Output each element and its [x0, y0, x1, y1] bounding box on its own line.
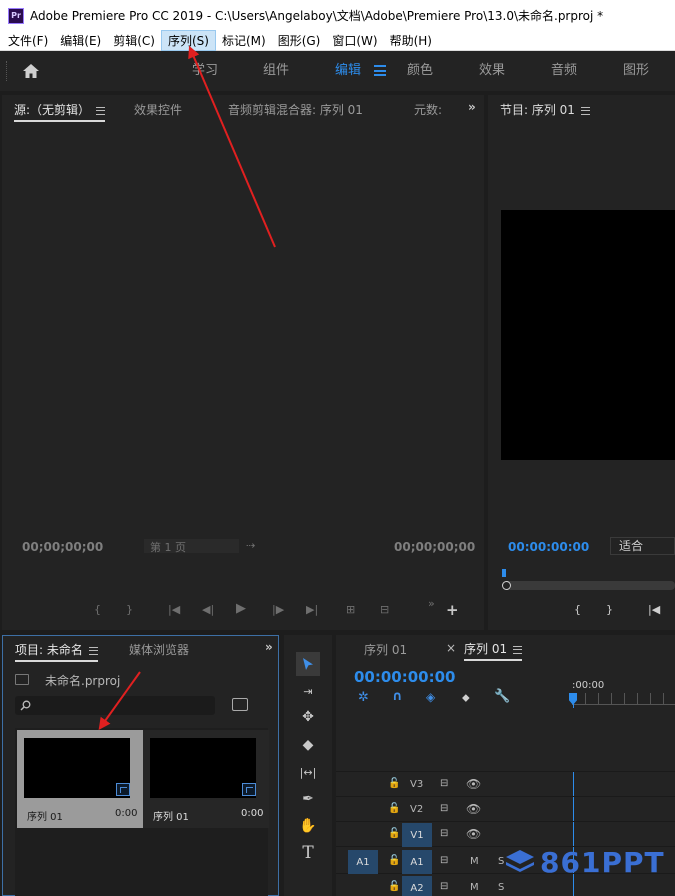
annotation-arrows [98, 45, 276, 730]
arrow-to-sequence-item [98, 671, 141, 730]
arrow-to-sequence-menu [188, 45, 276, 248]
